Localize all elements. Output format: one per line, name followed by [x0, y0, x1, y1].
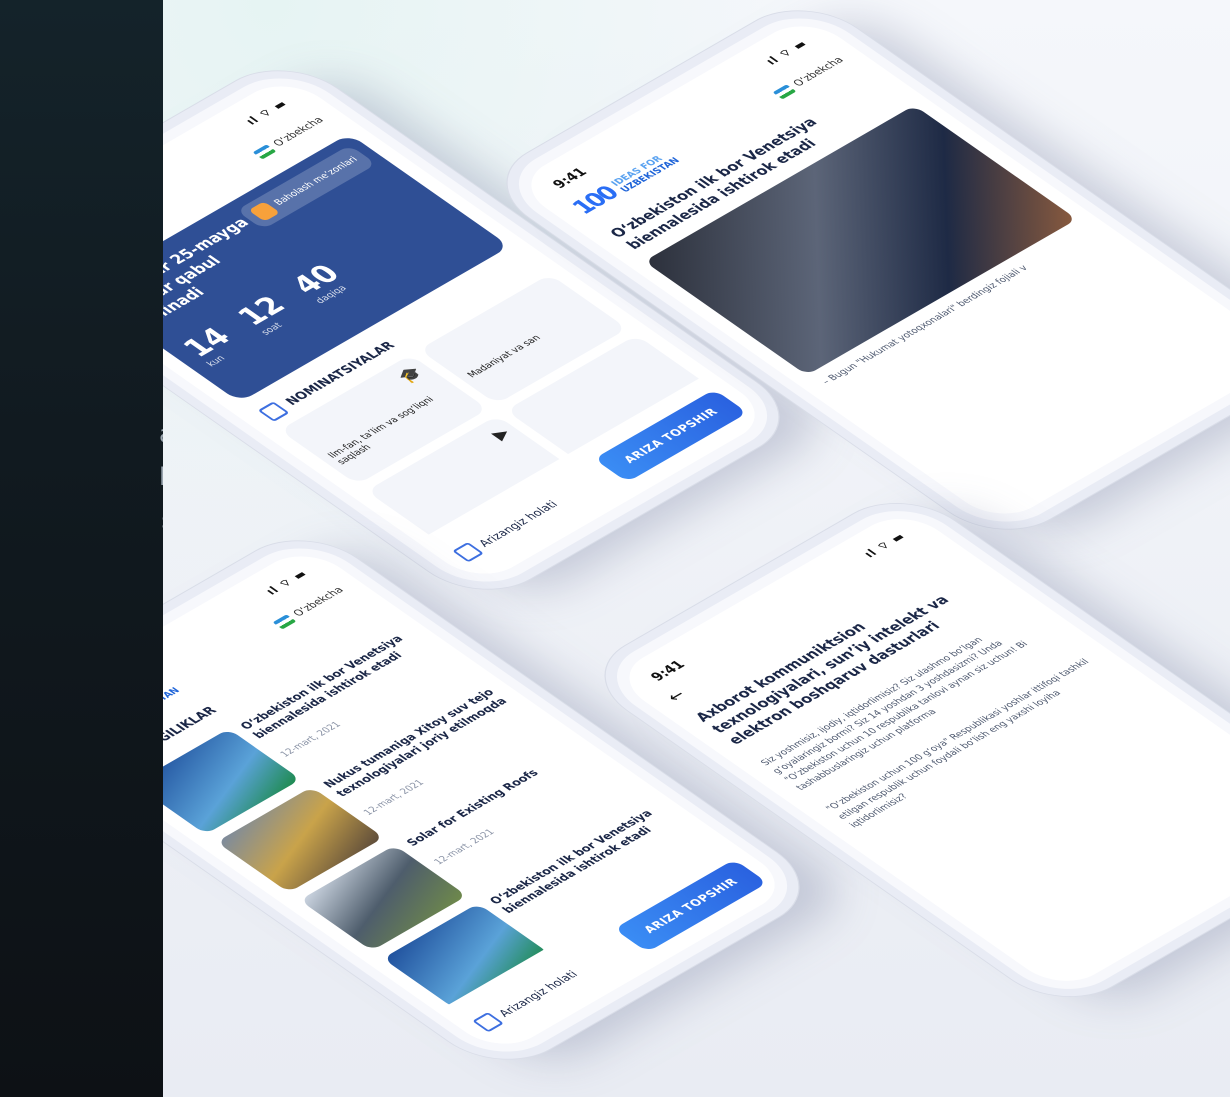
mockup-stage: 9:41 ıl ⌔ ▬ 100 IDEAS FORUZBEKISTAN O‘zb… [163, 0, 1230, 1097]
flag-icon [772, 84, 797, 100]
document-icon [247, 201, 280, 222]
status-link-label: Arizangiz holati [475, 498, 561, 549]
counter-hours: 12 soat [230, 291, 303, 338]
language-label: O‘zbekcha [271, 115, 327, 149]
layers-icon [257, 401, 290, 422]
graduation-cap-icon: 🎓 [393, 363, 428, 386]
flag-icon [252, 144, 277, 160]
counter-days: 14 kun [175, 322, 248, 369]
nomination-label: Madaniyat va san [465, 333, 544, 380]
document-icon [472, 1012, 505, 1033]
flag-icon [272, 614, 297, 630]
status-link-label: Arizangiz holati [495, 968, 581, 1019]
counter-minutes: 40 daqiqa [284, 259, 357, 306]
document-icon [452, 542, 485, 563]
left-panel: m ab ha sh [0, 0, 163, 1097]
video-icon: ▶ [486, 424, 515, 443]
